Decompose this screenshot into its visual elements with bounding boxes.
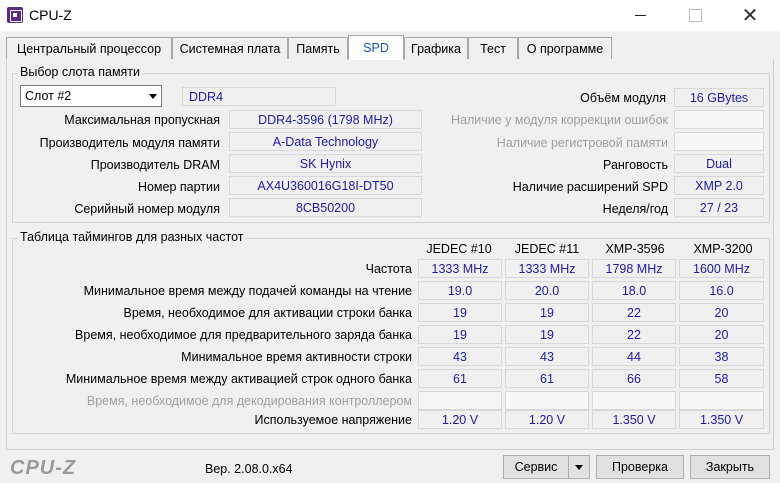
timings-group-title: Таблица таймингов для разных частот xyxy=(18,230,246,244)
tab-bench[interactable]: Тест xyxy=(468,37,518,59)
col-jedec10: JEDEC #10 xyxy=(426,242,492,256)
module-manufacturer-label: Производитель модуля памяти xyxy=(39,136,220,150)
timing-cell: 22 xyxy=(592,303,676,322)
timing-cell: 19.0 xyxy=(418,281,502,300)
tab-about[interactable]: О программе xyxy=(518,37,612,59)
module-size-label: Объём модуля xyxy=(580,91,666,105)
timing-cell: 43 xyxy=(418,347,502,366)
timing-cell: 1.20 V xyxy=(505,410,589,429)
part-number-label: Номер партии xyxy=(137,180,220,194)
timing-cell: 66 xyxy=(592,369,676,388)
module-manufacturer-value: A-Data Technology xyxy=(229,132,422,151)
ranks-label: Ранговость xyxy=(603,158,668,172)
timing-cell xyxy=(679,391,764,410)
minimize-button[interactable] xyxy=(614,0,666,31)
col-xmp3596: XMP-3596 xyxy=(605,242,665,256)
timing-cell: 61 xyxy=(505,369,589,388)
window-title: CPU-Z xyxy=(29,7,72,23)
cpu-z-app-icon xyxy=(7,7,23,23)
timing-cell: 20 xyxy=(679,325,764,344)
timing-cell: 20 xyxy=(679,303,764,322)
timing-row-label: Частота xyxy=(365,262,412,276)
spd-ext-label: Наличие расширений SPD xyxy=(512,180,668,194)
module-size-value: 16 GBytes xyxy=(674,88,764,107)
tools-button[interactable]: Сервис xyxy=(503,455,569,479)
registered-label: Наличие регистровой памяти xyxy=(496,136,668,150)
timing-cell: 1600 MHz xyxy=(679,259,764,278)
timing-row-label: Время, необходимое для предварительного … xyxy=(75,328,412,342)
timing-cell: 1333 MHz xyxy=(418,259,502,278)
timing-cell: 58 xyxy=(679,369,764,388)
timing-cell: 1.350 V xyxy=(679,410,764,429)
timing-cell: 1.350 V xyxy=(592,410,676,429)
timing-row-label: Время, необходимое для декодирования кон… xyxy=(86,394,412,408)
timing-cell: 61 xyxy=(418,369,502,388)
slot-select[interactable]: Слот #2 xyxy=(20,85,162,107)
close-button[interactable]: Закрыть xyxy=(690,455,770,479)
tab-graphics[interactable]: Графика xyxy=(404,37,468,59)
tab-spd[interactable]: SPD xyxy=(348,35,404,60)
max-bandwidth-value: DDR4-3596 (1798 MHz) xyxy=(229,110,422,129)
part-number-value: AX4U360016G18I-DT50 xyxy=(229,176,422,195)
timing-row-label: Используемое напряжение xyxy=(254,413,412,427)
slot-group-title: Выбор слота памяти xyxy=(18,65,143,79)
timing-cell: 44 xyxy=(592,347,676,366)
ecc-value xyxy=(674,110,764,129)
timing-cell: 18.0 xyxy=(592,281,676,300)
timing-cell: 19 xyxy=(418,303,502,322)
timing-cell: 1.20 V xyxy=(418,410,502,429)
timing-cell: 1798 MHz xyxy=(592,259,676,278)
timing-cell xyxy=(592,391,676,410)
cpu-z-logo: CPU-Z xyxy=(10,457,77,479)
chevron-down-icon[interactable] xyxy=(143,86,161,106)
timing-cell: 43 xyxy=(505,347,589,366)
timing-cell: 22 xyxy=(592,325,676,344)
timing-row-label: Минимальное время между подачей команды … xyxy=(83,284,412,298)
dram-manufacturer-label: Производитель DRAM xyxy=(90,158,220,172)
timing-cell: 16.0 xyxy=(679,281,764,300)
week-year-label: Неделя/год xyxy=(602,202,668,216)
timing-cell: 19 xyxy=(505,325,589,344)
maximize-button[interactable] xyxy=(669,0,721,31)
week-year-value: 27 / 23 xyxy=(674,198,764,217)
memory-type-value: DDR4 xyxy=(182,87,336,106)
timing-row-label: Минимальное время активности строки xyxy=(181,350,412,364)
ranks-value: Dual xyxy=(674,154,764,173)
close-window-button[interactable]: ✕ xyxy=(724,0,776,31)
max-bandwidth-label: Максимальная пропускная xyxy=(64,113,220,127)
validate-button[interactable]: Проверка xyxy=(596,455,684,479)
timing-cell: 19 xyxy=(505,303,589,322)
serial-number-label: Серийный номер модуля xyxy=(74,202,220,216)
timing-cell: 19 xyxy=(418,325,502,344)
spd-ext-value: XMP 2.0 xyxy=(674,176,764,195)
tab-cpu[interactable]: Центральный процессор xyxy=(6,37,172,59)
timing-cell xyxy=(418,391,502,410)
dram-manufacturer-value: SK Hynix xyxy=(229,154,422,173)
timing-cell xyxy=(505,391,589,410)
version-label: Вер. 2.08.0.x64 xyxy=(205,462,293,476)
timing-row-label: Время, необходимое для активации строки … xyxy=(123,306,412,320)
registered-value xyxy=(674,132,764,151)
serial-number-value: 8CB50200 xyxy=(229,198,422,217)
timing-cell: 1333 MHz xyxy=(505,259,589,278)
tab-mainboard[interactable]: Системная плата xyxy=(172,37,288,59)
col-jedec11: JEDEC #11 xyxy=(514,242,580,256)
tools-dropdown-arrow[interactable] xyxy=(568,455,590,479)
timing-cell: 20.0 xyxy=(505,281,589,300)
ecc-label: Наличие у модуля коррекции ошибок xyxy=(451,113,668,127)
close-icon: ✕ xyxy=(741,5,759,27)
slot-select-value: Слот #2 xyxy=(25,89,72,103)
col-xmp3200: XMP-3200 xyxy=(693,242,753,256)
timing-row-label: Минимальное время между активацией строк… xyxy=(65,372,412,386)
timing-cell: 38 xyxy=(679,347,764,366)
tab-memory[interactable]: Память xyxy=(288,37,348,59)
